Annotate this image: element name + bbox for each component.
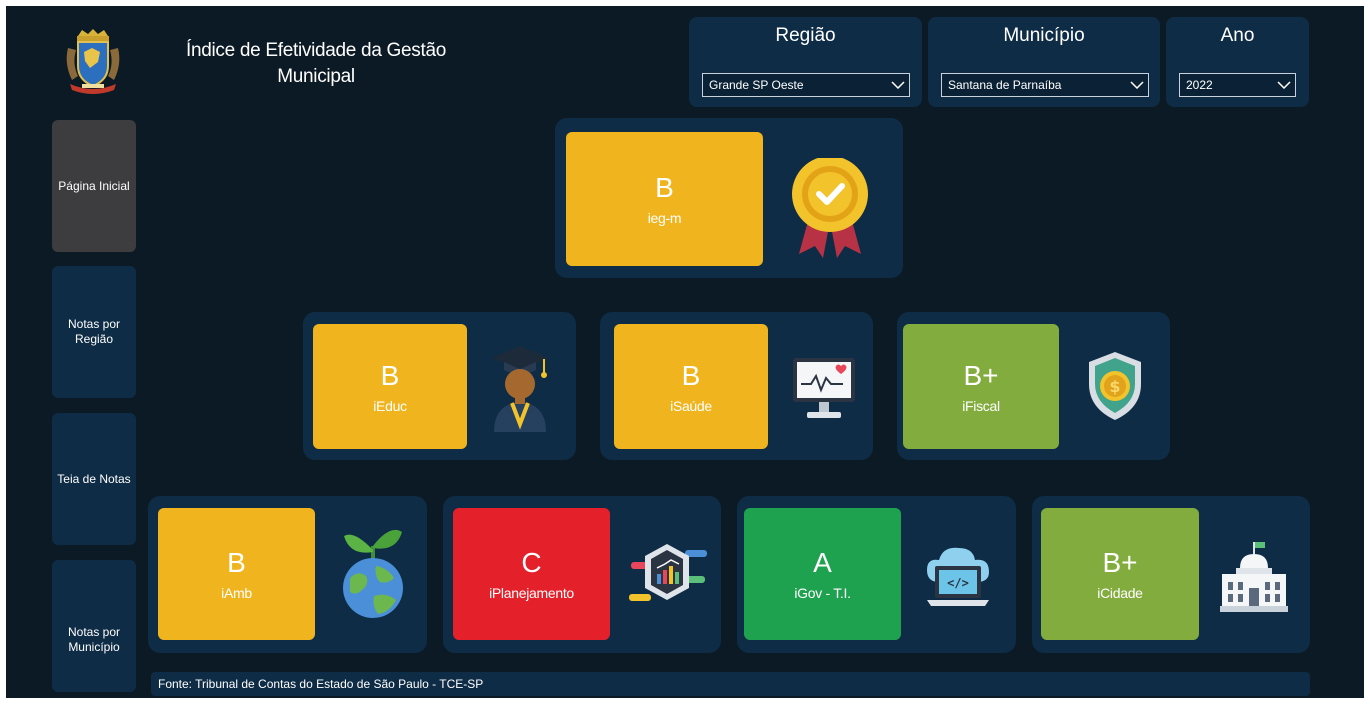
- ano-dropdown-value: 2022: [1186, 78, 1213, 92]
- iamb-grade-box: B iAmb: [158, 508, 315, 640]
- card-icidade[interactable]: B+ iCidade: [1032, 496, 1310, 653]
- igov-grade: A: [813, 547, 832, 578]
- page-title-line-1: Índice de Efetividade da Gestão: [185, 40, 447, 61]
- municipio-dropdown[interactable]: Santana de Parnaíba: [941, 73, 1149, 97]
- nav-pagina-inicial[interactable]: Página Inicial: [52, 120, 136, 252]
- card-iamb[interactable]: B iAmb: [148, 496, 427, 653]
- nav-notas-por-municipio-label: Notas por Município: [67, 625, 121, 654]
- isaude-grade: B: [681, 359, 701, 391]
- source-footer: Fonte: Tribunal de Contas do Estado de S…: [151, 672, 1310, 696]
- iplanejamento-grade: C: [521, 547, 542, 578]
- filter-ano: Ano 2022: [1166, 17, 1309, 107]
- filter-ano-label: Ano: [1220, 25, 1255, 46]
- page-title-line-2: Municipal: [277, 66, 355, 87]
- chevron-down-icon: [1126, 74, 1148, 96]
- source-text: Fonte: Tribunal de Contas do Estado de S…: [158, 677, 484, 691]
- regiao-dropdown[interactable]: Grande SP Oeste: [702, 73, 910, 97]
- ieduc-index-name: iEduc: [373, 397, 407, 414]
- cloud-laptop-icon: </>: [923, 542, 993, 617]
- regiao-dropdown-value: Grande SP Oeste: [709, 78, 804, 92]
- ifiscal-grade-box: B+ iFiscal: [903, 324, 1059, 449]
- isaude-grade-box: B iSaúde: [614, 324, 768, 449]
- card-ieduc[interactable]: B iEduc: [303, 312, 576, 460]
- isaude-index-name: iSaúde: [670, 397, 712, 414]
- dashboard: Índice de Efetividade da Gestão Municipa…: [6, 6, 1364, 698]
- award-medal-icon: [785, 156, 875, 263]
- filter-regiao-label: Região: [775, 25, 836, 46]
- filter-municipio: Município Santana de Parnaíba: [928, 17, 1160, 107]
- ano-dropdown[interactable]: 2022: [1179, 73, 1296, 97]
- card-isaude[interactable]: B iSaúde: [600, 312, 873, 460]
- iamb-index-name: iAmb: [221, 585, 252, 601]
- nav-teia-de-notas[interactable]: Teia de Notas: [52, 413, 136, 545]
- iegm-index-name: ieg-m: [647, 210, 682, 226]
- icidade-index-name: iCidade: [1097, 585, 1143, 601]
- coat-of-arms-logo: [58, 28, 128, 94]
- card-iegm[interactable]: B ieg-m: [555, 118, 903, 278]
- nav-notas-por-regiao[interactable]: Notas por Região: [52, 266, 136, 398]
- chevron-down-icon: [1273, 74, 1295, 96]
- nav-notas-por-regiao-label: Notas por Região: [67, 317, 121, 346]
- ieduc-grade-box: B iEduc: [313, 324, 467, 449]
- chevron-down-icon: [887, 74, 909, 96]
- globe-plant-icon: [340, 526, 406, 625]
- nav-teia-de-notas-label: Teia de Notas: [57, 471, 131, 486]
- filter-municipio-label: Município: [1003, 25, 1085, 46]
- card-ifiscal[interactable]: B+ iFiscal $: [897, 312, 1170, 460]
- filter-regiao: Região Grande SP Oeste: [689, 17, 922, 107]
- iegm-grade-box: B ieg-m: [566, 132, 763, 266]
- icidade-grade-box: B+ iCidade: [1041, 508, 1199, 640]
- igov-grade-box: A iGov - T.I.: [744, 508, 901, 640]
- icidade-grade: B+: [1102, 547, 1138, 578]
- iplanejamento-index-name: iPlanejamento: [489, 585, 574, 601]
- iamb-grade: B: [227, 547, 246, 578]
- heart-monitor-icon: [791, 356, 857, 427]
- nav-pagina-inicial-label: Página Inicial: [58, 178, 130, 193]
- svg-text:</>: </>: [947, 576, 969, 590]
- ieduc-grade: B: [380, 359, 400, 391]
- analytics-chart-icon: [625, 540, 709, 617]
- svg-text:$: $: [1109, 377, 1120, 396]
- ifiscal-grade: B+: [963, 359, 999, 391]
- graduate-icon: [488, 344, 552, 439]
- card-igov[interactable]: A iGov - T.I. </>: [737, 496, 1016, 653]
- iegm-grade: B: [655, 172, 674, 203]
- ifiscal-index-name: iFiscal: [962, 397, 1000, 414]
- page-title: Índice de Efetividade da Gestão Municipa…: [166, 38, 466, 90]
- igov-index-name: iGov - T.I.: [794, 585, 851, 601]
- iplanejamento-grade-box: C iPlanejamento: [453, 508, 610, 640]
- municipio-dropdown-value: Santana de Parnaíba: [948, 78, 1062, 92]
- money-shield-icon: $: [1085, 350, 1145, 427]
- card-iplanejamento[interactable]: C iPlanejamento: [443, 496, 721, 653]
- city-hall-icon: [1218, 540, 1290, 619]
- nav-notas-por-municipio[interactable]: Notas por Município: [52, 560, 136, 692]
